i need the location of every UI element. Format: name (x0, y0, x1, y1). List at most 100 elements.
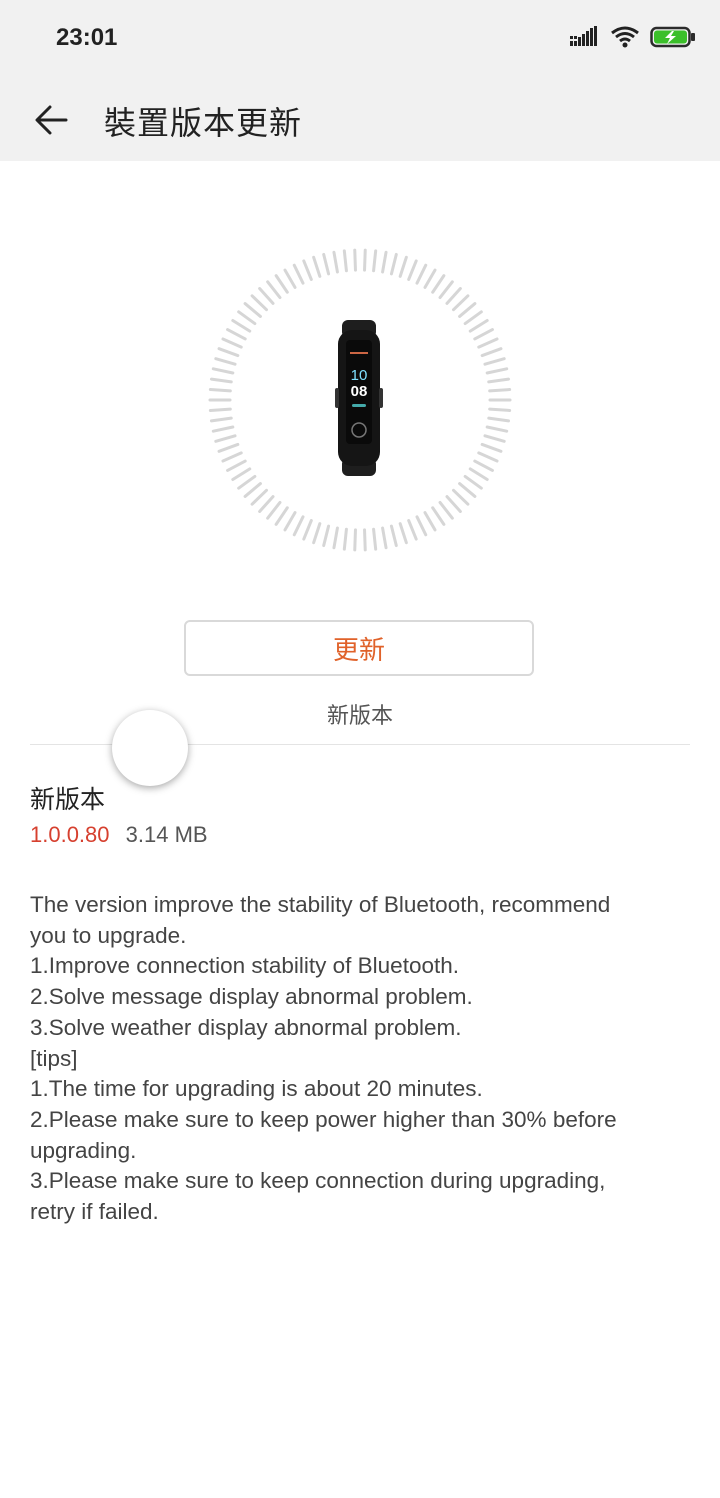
ring-tick (438, 500, 454, 520)
ring-tick (398, 255, 408, 278)
ring-tick (243, 302, 262, 318)
release-note-line: 1.Improve connection stability of Blueto… (30, 953, 459, 979)
ring-tick (488, 388, 512, 393)
release-note-line: you to upgrade. (30, 922, 187, 948)
update-button[interactable]: 更新 (184, 620, 534, 676)
ring-tick (250, 294, 268, 312)
ring-tick (415, 515, 428, 537)
release-note-line: 2.Please make sure to keep power higher … (30, 1106, 617, 1132)
ring-tick (209, 377, 233, 384)
status-icons (570, 26, 696, 48)
ring-tick (332, 526, 339, 550)
ring-tick (483, 357, 506, 366)
ring-tick (407, 259, 418, 281)
file-size: 3.14 MB (125, 822, 208, 847)
ring-tick (473, 459, 494, 472)
ring-tick (445, 495, 462, 513)
ring-tick (398, 522, 408, 545)
ring-tick (322, 524, 331, 548)
ring-tick (431, 506, 446, 526)
ring-tick (372, 527, 378, 551)
app-bar: 裝置版本更新 (0, 80, 720, 161)
svg-text:08: 08 (351, 383, 368, 400)
ring-tick (381, 250, 388, 274)
ring-tick (452, 294, 470, 312)
touch-indicator (112, 710, 188, 786)
ring-tick (431, 274, 446, 294)
ring-tick (283, 268, 297, 289)
release-notes: The version improve the stability of Blu… (30, 890, 690, 1228)
ring-tick (342, 527, 348, 551)
ring-tick (208, 407, 232, 412)
ring-tick (208, 388, 232, 393)
ring-tick (415, 263, 428, 285)
ring-tick (237, 310, 257, 326)
ring-tick (214, 357, 237, 366)
ring-tick (211, 367, 235, 375)
ring-tick (389, 524, 398, 548)
ring-tick (214, 434, 237, 443)
ring-tick (473, 328, 494, 341)
release-note-line: upgrading. (30, 1137, 137, 1163)
ring-tick (463, 474, 483, 490)
ring-tick (485, 425, 509, 433)
ring-tick (485, 367, 509, 375)
ring-tick (332, 250, 339, 274)
ring-tick (477, 337, 499, 349)
ring-tick (458, 482, 477, 498)
ring-tick (312, 255, 322, 278)
ring-tick (445, 287, 462, 305)
svg-text:10: 10 (351, 367, 368, 384)
update-state-text: 新版本 (326, 704, 393, 729)
signal-icon (570, 26, 597, 46)
ring-tick (381, 526, 388, 550)
ring-tick (488, 407, 512, 412)
smart-band-image: 10 08 (335, 320, 383, 476)
ring-tick (468, 467, 489, 481)
ring-tick (221, 451, 243, 463)
wifi-icon (611, 26, 639, 48)
ring-tick (226, 459, 247, 472)
release-note-line: The version improve the stability of Blu… (30, 892, 611, 917)
new-version-title: 新版本 (30, 785, 106, 814)
ring-tick (423, 511, 437, 532)
release-note-line: 3.Solve weather display abnormal problem… (30, 1014, 462, 1040)
ring-tick (243, 482, 262, 498)
ring-tick (452, 488, 470, 506)
ring-tick (237, 474, 257, 490)
ring-tick (458, 302, 477, 318)
back-button[interactable] (26, 98, 78, 142)
version-line: 1.0.0.80 3.14 MB (30, 822, 208, 848)
ring-tick (468, 319, 489, 333)
version-number: 1.0.0.80 (30, 822, 110, 847)
page-title: 裝置版本更新 (104, 104, 303, 142)
ring-tick (487, 416, 511, 423)
ring-tick (274, 506, 289, 526)
ring-tick (363, 248, 367, 272)
release-note-line: [tips] (30, 1045, 78, 1071)
ring-tick (487, 377, 511, 384)
ring-tick (463, 310, 483, 326)
ring-tick (266, 280, 282, 300)
back-arrow-icon (35, 105, 68, 135)
ring-tick (312, 522, 322, 545)
ring-tick (353, 528, 357, 552)
battery-charging-icon (650, 26, 695, 48)
ring-tick (231, 319, 252, 333)
ring-tick (423, 268, 437, 289)
ring-tick (258, 287, 275, 305)
ring-tick (483, 434, 506, 443)
status-time: 23:01 (56, 24, 118, 51)
ring-tick (274, 274, 289, 294)
ring-tick (258, 495, 275, 513)
ring-tick (217, 442, 240, 453)
ring-tick (231, 467, 252, 481)
ring-tick (438, 280, 454, 300)
ring-tick (209, 416, 233, 423)
ring-tick (372, 249, 378, 273)
ring-tick (407, 519, 418, 541)
ring-tick (302, 519, 313, 541)
status-bar: 23:01 (0, 0, 720, 80)
ring-tick (322, 252, 331, 276)
release-note-line: 1.The time for upgrading is about 20 min… (30, 1076, 483, 1102)
